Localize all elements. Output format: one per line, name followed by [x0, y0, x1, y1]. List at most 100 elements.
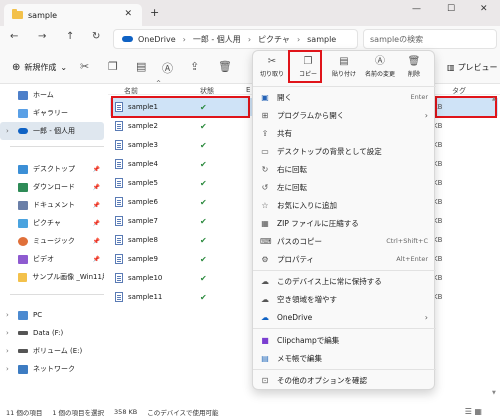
new-button[interactable]: ⊕ 新規作成 ⌄: [12, 62, 67, 73]
shortcut-text: Ctrl+Shift+C: [386, 237, 428, 245]
sidebar-item-home[interactable]: ホーム: [0, 86, 104, 104]
chevron-right-icon[interactable]: ›: [6, 329, 9, 337]
menu-item-add-favorite[interactable]: ☆ お気に入りに追加: [253, 196, 436, 214]
delete-icon[interactable]: 🗑: [218, 60, 232, 73]
breadcrumb-personal[interactable]: 一郎 - 個人用: [193, 34, 241, 45]
breadcrumb-onedrive[interactable]: OneDrive: [138, 35, 176, 44]
rename-icon[interactable]: Ⓐ: [162, 60, 173, 76]
selected-size: 358 KB: [114, 408, 138, 416]
sidebar-item-label: ドキュメント: [33, 201, 75, 209]
scroll-down-icon[interactable]: ▼: [492, 390, 496, 396]
pin-icon[interactable]: 📌: [93, 256, 100, 263]
pin-icon[interactable]: 📌: [93, 238, 100, 245]
sidebar-item-label: ホーム: [33, 91, 54, 99]
pin-icon[interactable]: 📌: [93, 202, 100, 209]
maximize-icon[interactable]: ☐: [447, 4, 455, 14]
column-header-partial[interactable]: E: [246, 86, 250, 94]
tab-sample[interactable]: sample ✕: [4, 4, 142, 26]
menu-item-more-options[interactable]: ⊡ その他のオプションを確認: [253, 371, 436, 389]
image-file-icon: [115, 273, 123, 283]
forward-icon[interactable]: →: [38, 31, 46, 42]
paste-button[interactable]: ▤ 貼り付け: [327, 53, 361, 83]
menu-item-label: 開く: [277, 92, 292, 102]
sync-status-icon: ✔: [200, 197, 207, 207]
chevron-right-icon[interactable]: ›: [6, 127, 9, 135]
menu-item-notepad[interactable]: ▤ メモ帳で編集: [253, 349, 436, 367]
pin-icon[interactable]: 📌: [93, 184, 100, 191]
sidebar-item-gallery[interactable]: ギャラリー: [0, 104, 104, 122]
new-tab-icon[interactable]: +: [150, 6, 159, 19]
tab-close-icon[interactable]: ✕: [124, 9, 132, 19]
sidebar-item-label: PC: [33, 311, 43, 319]
highlight-box-selected-file-left: [111, 96, 250, 118]
sidebar-item-videos[interactable]: ビデオ 📌: [0, 250, 104, 268]
breadcrumb-pictures[interactable]: ピクチャ: [258, 34, 290, 45]
sidebar-item-network[interactable]: › ネットワーク: [0, 360, 104, 378]
plus-circle-icon: ⊕: [12, 62, 21, 73]
cut-icon[interactable]: ✂: [80, 60, 89, 73]
sidebar-item-documents[interactable]: ドキュメント 📌: [0, 196, 104, 214]
share-icon[interactable]: ⇪: [190, 60, 199, 73]
chevron-right-icon[interactable]: ›: [6, 347, 9, 355]
menu-item-copy-path[interactable]: ⌨ パスのコピー Ctrl+Shift+C: [253, 232, 436, 250]
chevron-right-icon: ›: [182, 34, 186, 44]
file-name: sample10: [128, 274, 163, 282]
sidebar-item-onedrive-personal[interactable]: › 一郎 - 個人用: [0, 122, 104, 140]
sidebar-item-data-drive[interactable]: › Data (F:): [0, 324, 104, 342]
sidebar-item-pc[interactable]: › PC: [0, 306, 104, 324]
breadcrumb[interactable]: OneDrive › 一郎 - 個人用 › ピクチャ › sample: [113, 29, 358, 49]
chevron-right-icon[interactable]: ›: [6, 365, 9, 373]
search-input[interactable]: sampleの検索: [363, 29, 497, 49]
menu-item-rotate-left[interactable]: ↺ 左に回転: [253, 178, 436, 196]
copy-icon[interactable]: ❐: [108, 60, 118, 73]
menu-item-onedrive[interactable]: ☁ OneDrive ›: [253, 308, 436, 326]
menu-item-share[interactable]: ⇪ 共有: [253, 124, 436, 142]
shortcut-text: Alt+Enter: [396, 255, 428, 263]
pin-icon[interactable]: 📌: [93, 166, 100, 173]
sidebar-item-label: Data (F:): [33, 329, 64, 337]
pin-icon[interactable]: 📌: [93, 220, 100, 227]
scroll-up-icon[interactable]: ▲: [492, 96, 496, 102]
file-name: sample4: [128, 160, 158, 168]
paste-label: 貼り付け: [331, 71, 356, 78]
menu-item-label: デスクトップの背景として設定: [277, 146, 382, 156]
more-options-icon: ⊡: [261, 375, 269, 385]
context-menu: ✂ 切り取り ❐ コピー ▤ 貼り付け Ⓐ 名前の変更 🗑 削除 ▣ 開く En…: [252, 50, 436, 390]
back-icon[interactable]: ←: [10, 31, 18, 42]
menu-item-properties[interactable]: ⚙ プロパティ Alt+Enter: [253, 250, 436, 268]
view-toggle-icons[interactable]: ☰ ▦: [465, 407, 482, 416]
delete-button[interactable]: 🗑 削除: [397, 53, 431, 83]
breadcrumb-sample[interactable]: sample: [307, 35, 336, 44]
sidebar-item-label: ビデオ: [33, 255, 54, 263]
refresh-icon[interactable]: ↻: [92, 31, 100, 42]
close-window-icon[interactable]: ✕: [480, 4, 488, 14]
file-name: sample11: [128, 293, 163, 301]
menu-item-set-background[interactable]: ▭ デスクトップの背景として設定: [253, 142, 436, 160]
chevron-right-icon[interactable]: ›: [6, 311, 9, 319]
desktop-icon: ▭: [261, 146, 269, 156]
rename-button[interactable]: Ⓐ 名前の変更: [361, 53, 399, 83]
navigation-pane: ホーム ギャラリー › 一郎 - 個人用 デスクトップ 📌 ダウンロード 📌 ド…: [0, 84, 108, 400]
sort-up-icon: ^: [156, 80, 162, 87]
sync-status-icon: ✔: [200, 292, 207, 302]
paste-icon[interactable]: ▤: [136, 60, 146, 73]
sidebar-item-volume-drive[interactable]: › ボリューム (E:): [0, 342, 104, 360]
drive-icon: [18, 331, 28, 335]
menu-item-rotate-right[interactable]: ↻ 右に回転: [253, 160, 436, 178]
sidebar-item-downloads[interactable]: ダウンロード 📌: [0, 178, 104, 196]
cut-button[interactable]: ✂ 切り取り: [255, 53, 289, 83]
sidebar-item-sample-images[interactable]: サンプル画像 _Win11用: [0, 268, 104, 286]
menu-item-open-with[interactable]: ⊞ プログラムから開く ›: [253, 106, 436, 124]
menu-item-clipchamp[interactable]: ■ Clipchampで編集: [253, 331, 436, 349]
sidebar-item-desktop[interactable]: デスクトップ 📌: [0, 160, 104, 178]
up-icon[interactable]: ↑: [66, 31, 74, 42]
minimize-icon[interactable]: —: [412, 4, 421, 14]
menu-item-zip[interactable]: ▦ ZIP ファイルに圧縮する: [253, 214, 436, 232]
menu-item-keep-on-device[interactable]: ☁ このデバイス上に常に保持する: [253, 272, 436, 290]
menu-item-free-up-space[interactable]: ☁ 空き領域を増やす: [253, 290, 436, 308]
preview-button[interactable]: ▥ プレビュー: [447, 62, 498, 73]
image-file-icon: [115, 121, 123, 131]
menu-item-open[interactable]: ▣ 開く Enter: [253, 88, 436, 106]
sidebar-item-music[interactable]: ミュージック 📌: [0, 232, 104, 250]
sidebar-item-pictures[interactable]: ピクチャ 📌: [0, 214, 104, 232]
